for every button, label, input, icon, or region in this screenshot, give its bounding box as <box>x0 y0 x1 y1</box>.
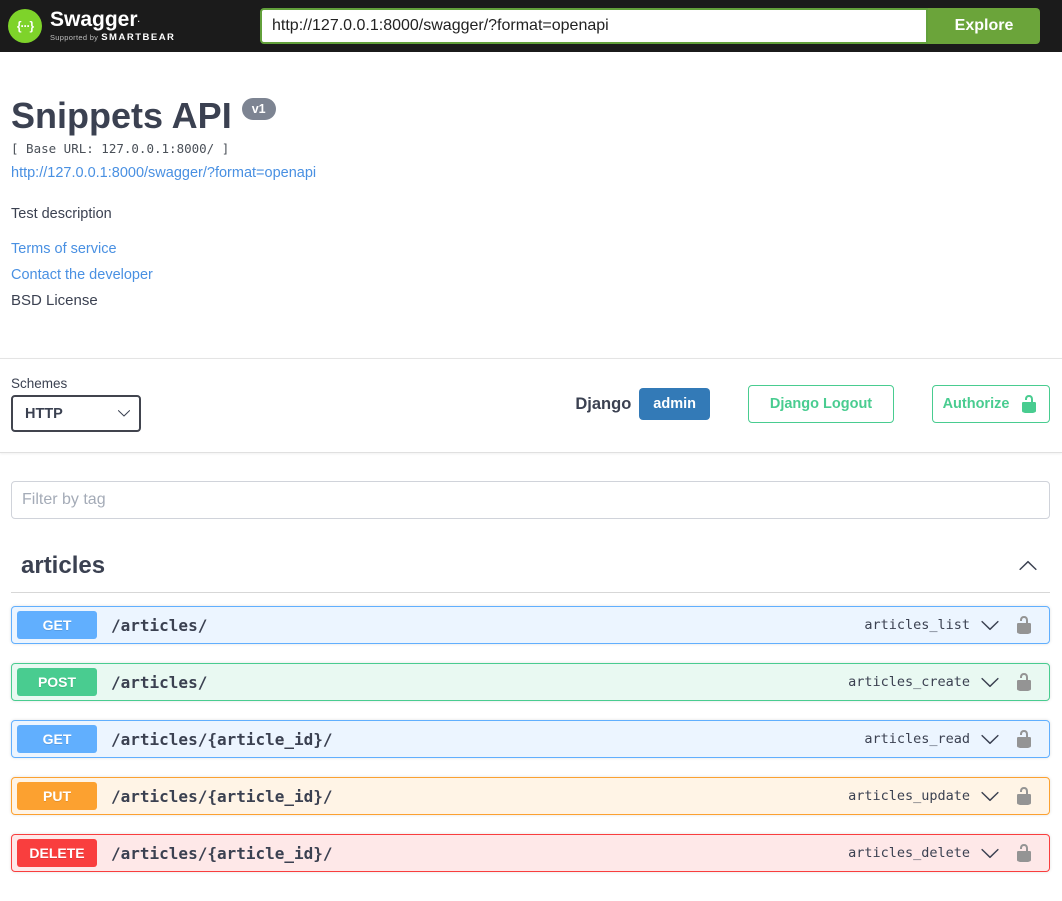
tag-title: articles <box>21 552 106 579</box>
operation-id: articles_read <box>864 731 970 747</box>
endpoint-path: /articles/ <box>111 672 208 692</box>
collapse-section-button[interactable] <box>1016 554 1040 578</box>
filter-by-tag-input[interactable] <box>11 481 1050 519</box>
chevron-down-icon[interactable] <box>980 672 1000 692</box>
authorize-button[interactable]: Authorize <box>932 385 1050 423</box>
authorize-label: Authorize <box>942 396 1010 412</box>
chevron-up-icon <box>1019 560 1037 571</box>
auth-wrapper: Django admin Django Logout Authorize <box>575 385 1050 423</box>
method-badge: GET <box>17 611 97 639</box>
method-badge: POST <box>17 668 97 696</box>
lock-icon[interactable] <box>1014 615 1034 635</box>
operation-row-articles-update[interactable]: PUT /articles/{article_id}/ articles_upd… <box>11 777 1050 815</box>
scheme-select[interactable]: HTTP <box>11 395 141 432</box>
explore-button[interactable]: Explore <box>928 8 1040 44</box>
schemes-label: Schemes <box>11 376 68 391</box>
chevron-down-icon[interactable] <box>980 843 1000 863</box>
smartbear-byline: Supported by SMARTBEAR <box>50 32 176 43</box>
page-title: Snippets API <box>11 95 232 136</box>
version-badge: v1 <box>241 98 276 120</box>
spec-url-link[interactable]: http://127.0.0.1:8000/swagger/?format=op… <box>11 165 316 181</box>
download-url-form: Explore <box>260 8 1040 44</box>
api-description: Test description <box>11 206 112 222</box>
unlock-icon <box>1022 395 1037 413</box>
endpoint-path: /articles/ <box>111 615 208 635</box>
operation-row-articles-delete[interactable]: DELETE /articles/{article_id}/ articles_… <box>11 834 1050 872</box>
filter-section <box>11 453 1050 519</box>
lock-icon[interactable] <box>1014 786 1034 806</box>
method-badge: DELETE <box>17 839 97 867</box>
method-badge: PUT <box>17 782 97 810</box>
operation-row-articles-read[interactable]: GET /articles/{article_id}/ articles_rea… <box>11 720 1050 758</box>
endpoint-path: /articles/{article_id}/ <box>111 843 333 863</box>
chevron-down-icon[interactable] <box>980 729 1000 749</box>
chevron-down-icon[interactable] <box>980 615 1000 635</box>
swagger-logo: {···} Swagger. Supported by SMARTBEAR <box>8 9 260 43</box>
operation-id: articles_update <box>848 788 970 804</box>
terms-of-service-link[interactable]: Terms of service <box>11 236 1050 262</box>
endpoint-path: /articles/{article_id}/ <box>111 786 333 806</box>
operation-row-articles-list[interactable]: GET /articles/ articles_list <box>11 606 1050 644</box>
django-label: Django <box>575 394 632 413</box>
chevron-down-icon[interactable] <box>980 786 1000 806</box>
swagger-logo-icon: {···} <box>8 9 42 43</box>
contact-developer-link[interactable]: Contact the developer <box>11 262 1050 288</box>
spec-url-input[interactable] <box>260 8 928 44</box>
articles-section: articles GET /articles/ articles_list PO… <box>11 546 1050 872</box>
lock-icon[interactable] <box>1014 843 1034 863</box>
method-badge: GET <box>17 725 97 753</box>
operation-id: articles_list <box>864 617 970 633</box>
tag-header-articles[interactable]: articles <box>11 546 1050 593</box>
admin-user-badge: admin <box>639 388 710 420</box>
license-link[interactable]: BSD License <box>11 288 1050 314</box>
api-info-section: Snippets API v1 [ Base URL: 127.0.0.1:80… <box>11 52 1050 358</box>
operations-list: GET /articles/ articles_list POST /artic… <box>11 593 1050 872</box>
topbar: {···} Swagger. Supported bySMARTBEAR Exp… <box>0 0 1062 52</box>
endpoint-path: /articles/{article_id}/ <box>111 729 333 749</box>
base-url-text: [ Base URL: 127.0.0.1:8000/ ] <box>11 141 230 156</box>
lock-icon[interactable] <box>1014 729 1034 749</box>
scheme-auth-section: Schemes HTTP Django admin Django Logout … <box>0 358 1062 453</box>
lock-icon[interactable] <box>1014 672 1034 692</box>
operation-row-articles-create[interactable]: POST /articles/ articles_create <box>11 663 1050 701</box>
swagger-wordmark: Swagger. <box>50 8 140 31</box>
operation-id: articles_create <box>848 674 970 690</box>
trademark-mark: . <box>137 15 140 24</box>
operation-id: articles_delete <box>848 845 970 861</box>
django-logout-button[interactable]: Django Logout <box>748 385 894 423</box>
